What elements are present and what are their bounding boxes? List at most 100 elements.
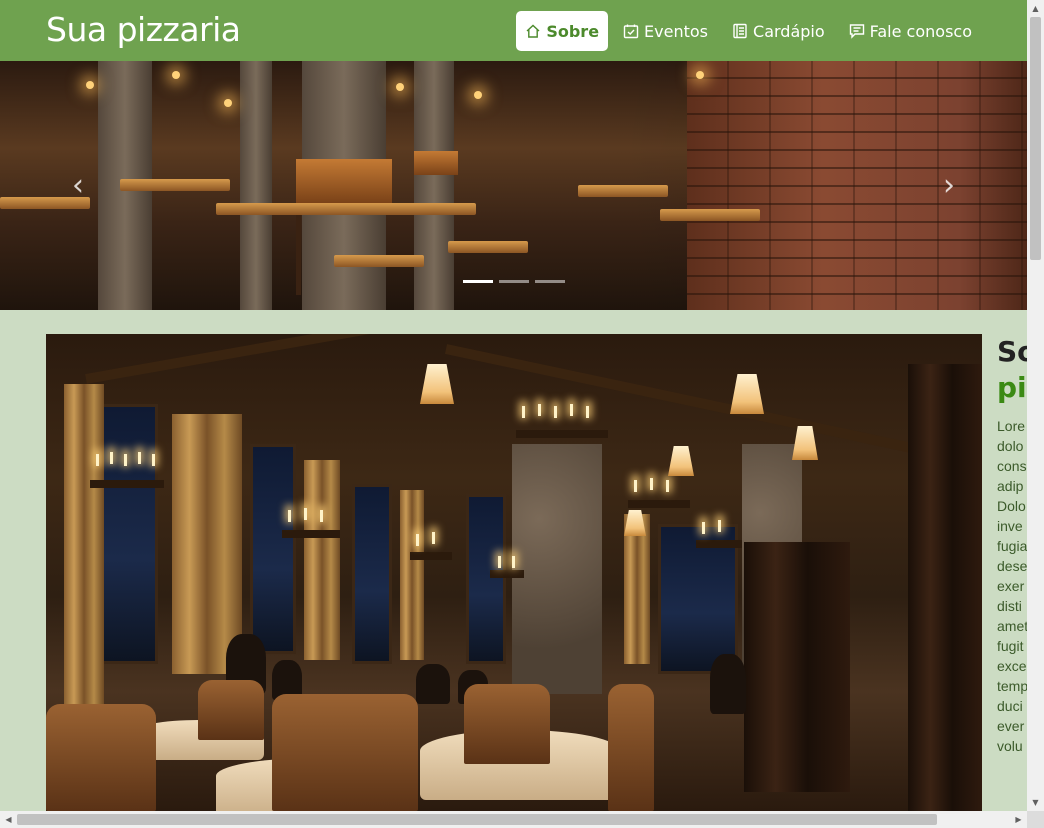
lamp-decoration — [396, 83, 404, 91]
table-decoration — [448, 241, 528, 253]
about-text-line: disti — [997, 598, 1022, 614]
about-text-line: duci — [997, 698, 1023, 714]
carousel-indicator-1[interactable] — [463, 280, 493, 283]
nav-item-fale-conosco[interactable]: Fale conosco — [840, 11, 981, 51]
candle-decoration — [538, 404, 541, 416]
table-decoration — [334, 255, 424, 267]
hero-carousel: ‹ › — [0, 61, 1027, 310]
lamp-decoration — [172, 71, 180, 79]
nav-item-label: Sobre — [546, 21, 600, 41]
curtain-decoration — [172, 414, 242, 674]
table-decoration — [120, 179, 230, 191]
chair-decoration — [464, 684, 550, 764]
about-text-line: Lore — [997, 418, 1026, 434]
pillar-decoration — [414, 61, 454, 310]
candle-decoration — [416, 534, 419, 546]
lampshade-decoration — [420, 364, 454, 404]
candle-decoration — [96, 454, 99, 466]
candle-decoration — [570, 404, 573, 416]
nav-item-cardapio[interactable]: Cardápio — [723, 11, 834, 51]
about-section: So pi Lore dolo cons adip Dolo inve fugi… — [997, 334, 1027, 811]
navbar: Sua pizzaria Sobre Eventos Cardápio Fale… — [0, 0, 1027, 61]
carousel-indicator-3[interactable] — [535, 280, 565, 283]
journal-icon — [733, 23, 747, 39]
curtain-decoration — [400, 490, 424, 660]
chair-decoration — [272, 694, 418, 811]
window-decoration — [466, 494, 506, 664]
chair-decoration — [608, 684, 654, 811]
scroll-right-arrow-icon[interactable]: ▶ — [1010, 811, 1027, 828]
chandelier-decoration — [490, 570, 524, 578]
nav-item-eventos[interactable]: Eventos — [614, 11, 717, 51]
horizontal-scrollbar[interactable]: ◀ ▶ — [0, 811, 1027, 828]
nav-item-label: Cardápio — [753, 21, 825, 41]
lamp-decoration — [474, 91, 482, 99]
about-title: So pi — [997, 334, 1027, 406]
candle-decoration — [554, 406, 557, 418]
candle-decoration — [666, 480, 669, 492]
candle-decoration — [320, 510, 323, 522]
about-title-part2: pi — [997, 371, 1027, 404]
chandelier-decoration — [282, 530, 340, 538]
crate-decoration — [296, 159, 392, 203]
about-text-line: adip — [997, 478, 1024, 494]
chair-decoration — [46, 704, 156, 811]
beam-decoration — [85, 334, 599, 384]
about-text-line: volu — [997, 738, 1023, 754]
chandelier-decoration — [410, 552, 452, 560]
about-text-line: dolo — [997, 438, 1024, 454]
curtain-decoration — [624, 514, 650, 664]
table-decoration — [660, 209, 760, 221]
page-viewport: Sua pizzaria Sobre Eventos Cardápio Fale… — [0, 0, 1027, 811]
restaurant-interior-image — [46, 334, 982, 811]
carousel-prev-button[interactable]: ‹ — [66, 171, 90, 201]
carousel-indicator-2[interactable] — [499, 280, 529, 283]
candle-decoration — [138, 452, 141, 464]
horizontal-scrollbar-thumb[interactable] — [17, 814, 937, 825]
about-text-line: temp — [997, 678, 1027, 694]
brick-wall-decoration — [687, 61, 1027, 310]
scrollbar-corner — [1027, 811, 1044, 828]
chandelier-decoration — [516, 430, 608, 438]
vertical-scrollbar[interactable]: ▲ ▼ — [1027, 0, 1044, 811]
carousel-next-button[interactable]: › — [937, 171, 961, 201]
candle-decoration — [110, 452, 113, 464]
nav-item-label: Eventos — [644, 21, 709, 41]
about-text-line: Dolo — [997, 498, 1026, 514]
about-title-part1: So — [997, 335, 1027, 368]
main-nav: Sobre Eventos Cardápio Fale conosco — [516, 11, 981, 51]
scroll-left-arrow-icon[interactable]: ◀ — [0, 811, 17, 828]
scroll-up-arrow-icon[interactable]: ▲ — [1027, 0, 1044, 17]
chat-icon — [849, 24, 864, 39]
diner-decoration — [416, 664, 450, 704]
table-leg-decoration — [296, 215, 301, 295]
scroll-down-arrow-icon[interactable]: ▼ — [1027, 794, 1044, 811]
crate-decoration — [414, 151, 458, 175]
stone-column-decoration — [512, 444, 602, 694]
diner-decoration — [710, 654, 746, 714]
wooden-column-decoration — [908, 364, 982, 811]
about-text-line: cons — [997, 458, 1027, 474]
about-text-line: dese — [997, 558, 1027, 574]
table-decoration — [578, 185, 668, 197]
candle-decoration — [586, 406, 589, 418]
brand-title[interactable]: Sua pizzaria — [46, 10, 241, 49]
chandelier-decoration — [628, 500, 690, 508]
lamp-decoration — [224, 99, 232, 107]
wooden-screen-decoration — [744, 542, 850, 792]
nav-item-sobre[interactable]: Sobre — [516, 11, 609, 51]
candle-decoration — [718, 520, 721, 532]
window-decoration — [98, 404, 158, 664]
window-decoration — [250, 444, 296, 654]
lampshade-decoration — [730, 374, 764, 414]
candle-decoration — [498, 556, 501, 568]
about-text-line: ever — [997, 718, 1025, 734]
about-text-line: amet — [997, 618, 1027, 634]
candle-decoration — [152, 454, 155, 466]
candle-decoration — [650, 478, 653, 490]
candle-decoration — [124, 454, 127, 466]
candle-decoration — [288, 510, 291, 522]
candle-decoration — [634, 480, 637, 492]
vertical-scrollbar-thumb[interactable] — [1030, 17, 1041, 260]
about-text-line: fugit — [997, 638, 1024, 654]
